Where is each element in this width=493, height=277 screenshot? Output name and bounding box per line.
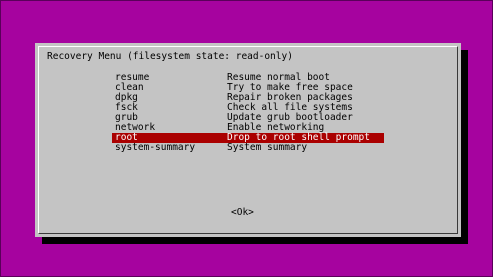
menu-item-system-summary[interactable]: system-summary System summary: [112, 143, 384, 153]
menu-item-key: system-summary: [115, 142, 196, 153]
recovery-menu-list: resume Resume normal boot clean Try to m…: [112, 73, 384, 153]
menu-item-description: System summary: [227, 142, 308, 153]
dialog-title: Recovery Menu (filesystem state: read-on…: [47, 51, 293, 62]
recovery-menu-dialog: Recovery Menu (filesystem state: read-on…: [35, 43, 461, 237]
ok-button[interactable]: <Ok>: [231, 207, 254, 219]
